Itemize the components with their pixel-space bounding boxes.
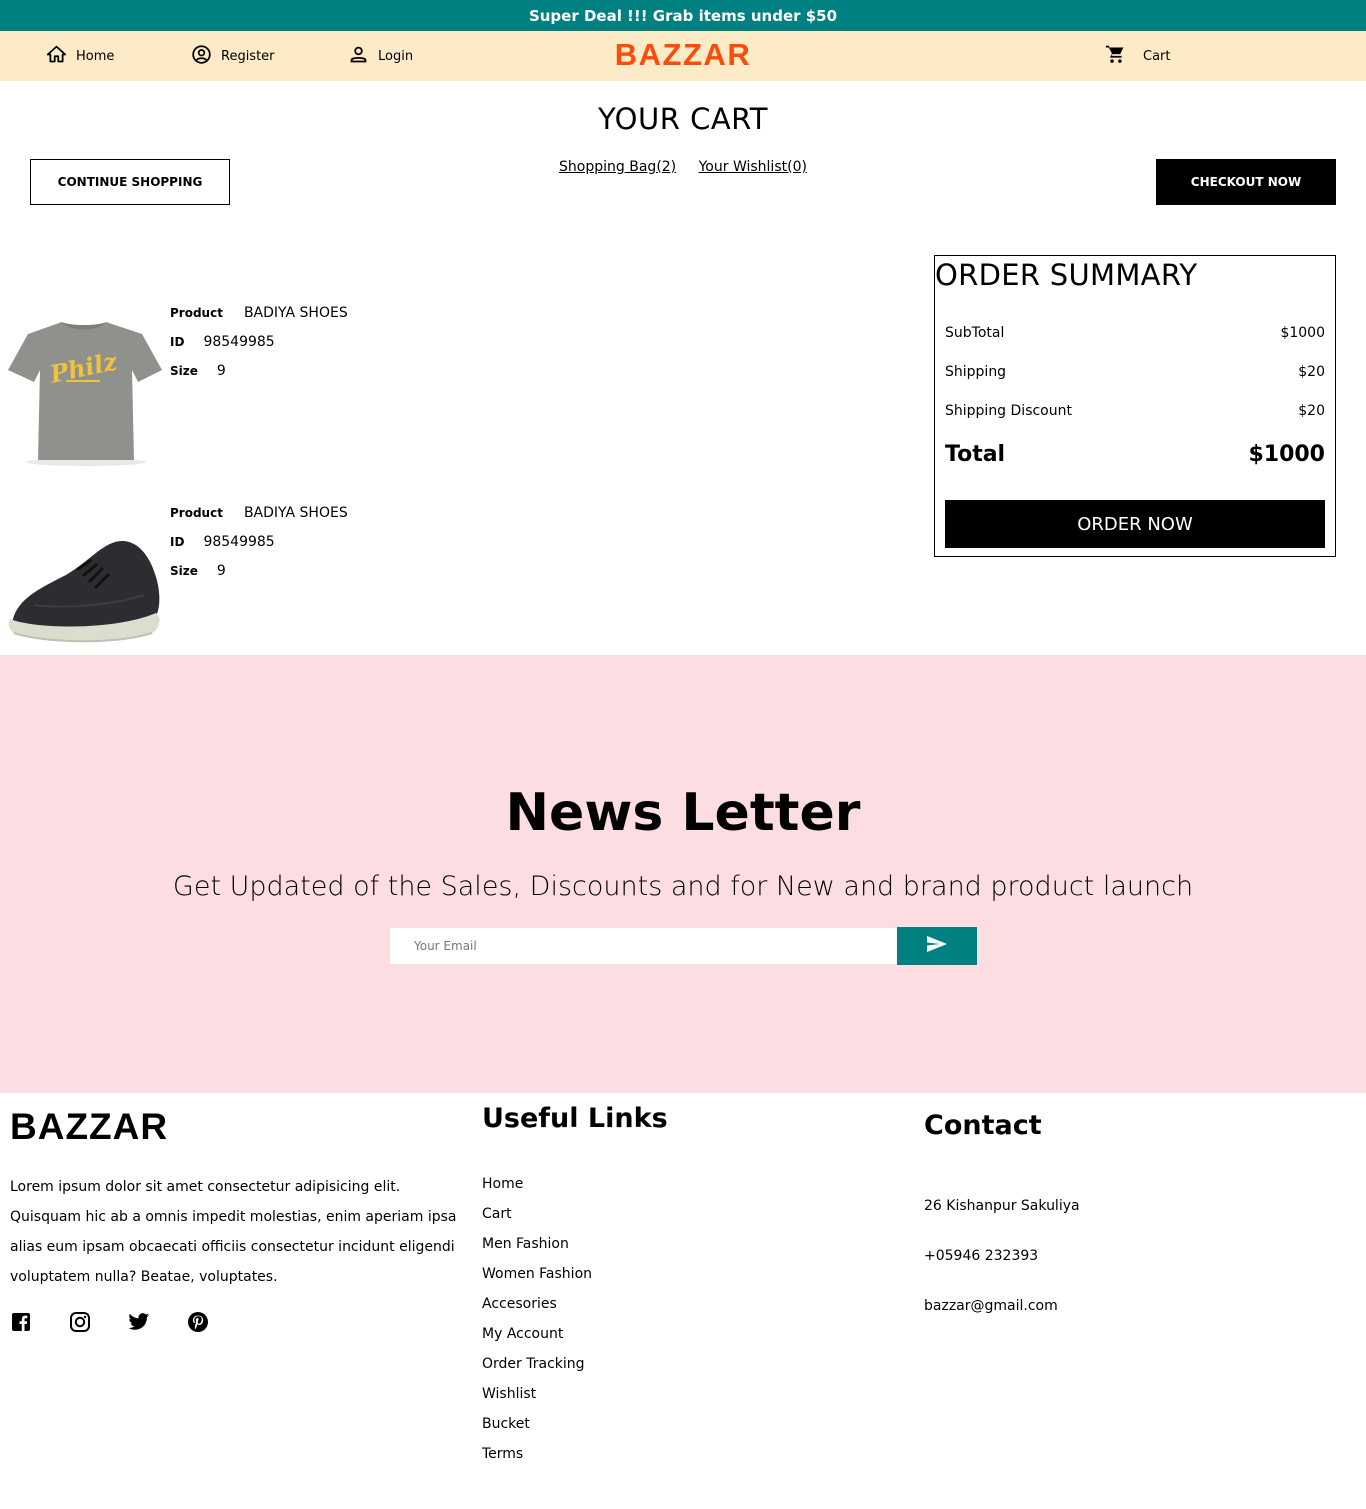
nav-cart[interactable]: Cart — [1105, 31, 1171, 81]
contact-title: Contact — [924, 1110, 1042, 1141]
twitter-icon[interactable] — [128, 1311, 150, 1333]
size-label: Size — [170, 564, 198, 578]
footer-link-order-tracking[interactable]: Order Tracking — [482, 1352, 592, 1382]
navbar: Home Register Login BAZZAR Cart — [0, 31, 1366, 81]
product-info: Product BADIYA SHOES ID 98549985 Size 9 — [170, 505, 348, 592]
product-image-sneaker[interactable] — [4, 505, 164, 665]
pinterest-icon[interactable] — [187, 1311, 209, 1333]
order-summary: ORDER SUMMARY SubTotal $1000 Shipping $2… — [934, 255, 1336, 557]
order-summary-title: ORDER SUMMARY — [935, 258, 1198, 292]
product-name: BADIYA SHOES — [243, 505, 348, 521]
shipping-label: Shipping — [945, 364, 1007, 380]
email-input[interactable] — [390, 928, 897, 964]
social-links — [10, 1311, 209, 1333]
shipping-discount-label: Shipping Discount — [945, 403, 1072, 419]
instagram-icon[interactable] — [69, 1311, 91, 1333]
announcement-bar: Super Deal !!! Grab items under $50 — [0, 0, 1366, 31]
newsletter-section: News Letter Get Updated of the Sales, Di… — [0, 655, 1366, 1093]
newsletter-description: Get Updated of the Sales, Discounts and … — [172, 871, 1194, 902]
useful-links-title: Useful Links — [482, 1103, 668, 1134]
subtotal-label: SubTotal — [945, 325, 1005, 341]
send-button[interactable] — [897, 927, 977, 965]
product-size: 9 — [216, 563, 226, 579]
total-row: Total $1000 — [945, 442, 1325, 467]
footer-link-terms[interactable]: Terms — [482, 1442, 592, 1472]
shipping-discount-row: Shipping Discount $20 — [945, 403, 1325, 419]
contact-email[interactable]: bazzar@gmail.com — [924, 1298, 1058, 1314]
footer-link-accesories[interactable]: Accesories — [482, 1292, 592, 1322]
product-name: BADIYA SHOES — [243, 305, 348, 321]
total-label: Total — [945, 442, 1006, 467]
footer-link-cart[interactable]: Cart — [482, 1202, 592, 1232]
id-label: ID — [170, 335, 185, 349]
product-info: Product BADIYA SHOES ID 98549985 Size 9 — [170, 305, 348, 392]
nav-cart-label: Cart — [1143, 48, 1171, 64]
shipping-discount-value: $20 — [1298, 403, 1325, 419]
cart-icon — [1105, 44, 1126, 69]
send-icon — [926, 935, 948, 957]
facebook-icon[interactable] — [10, 1311, 32, 1333]
product-size: 9 — [216, 363, 226, 379]
shipping-value: $20 — [1298, 364, 1325, 380]
order-now-button[interactable]: ORDER NOW — [945, 500, 1325, 548]
shipping-row: Shipping $20 — [945, 364, 1325, 380]
cart-item: Product BADIYA SHOES ID 98549985 Size 9 — [0, 505, 880, 675]
cart-item: Philz Product BADIYA SHOES ID 98549985 Siz… — [0, 305, 880, 475]
product-id: 98549985 — [203, 334, 275, 350]
footer-link-men-fashion[interactable]: Men Fashion — [482, 1232, 592, 1262]
page-title: YOUR CART — [598, 102, 768, 136]
wishlist-link[interactable]: Your Wishlist(0) — [699, 159, 807, 175]
footer-link-women-fashion[interactable]: Women Fashion — [482, 1262, 592, 1292]
size-label: Size — [170, 364, 198, 378]
useful-links-list: Home Cart Men Fashion Women Fashion Acce… — [482, 1172, 592, 1472]
contact-phone: +05946 232393 — [924, 1248, 1039, 1264]
footer-link-my-account[interactable]: My Account — [482, 1322, 592, 1352]
footer-logo: BAZZAR — [10, 1106, 169, 1147]
subtotal-value: $1000 — [1280, 325, 1325, 341]
checkout-now-button[interactable]: CHECKOUT NOW — [1156, 159, 1336, 205]
announcement-text: Super Deal !!! Grab items under $50 — [528, 6, 838, 25]
product-label: Product — [170, 306, 223, 320]
footer-link-bucket[interactable]: Bucket — [482, 1412, 592, 1442]
footer-link-home[interactable]: Home — [482, 1172, 592, 1202]
product-id: 98549985 — [203, 534, 275, 550]
shopping-bag-link[interactable]: Shopping Bag(2) — [559, 159, 676, 175]
product-label: Product — [170, 506, 223, 520]
newsletter-title: News Letter — [505, 783, 861, 843]
footer-link-wishlist[interactable]: Wishlist — [482, 1382, 592, 1412]
contact-address: 26 Kishanpur Sakuliya — [924, 1198, 1080, 1214]
product-image-tshirt[interactable]: Philz — [4, 310, 164, 470]
total-value: $1000 — [1248, 442, 1325, 467]
id-label: ID — [170, 535, 185, 549]
subtotal-row: SubTotal $1000 — [945, 325, 1325, 341]
footer-description: Lorem ipsum dolor sit amet consectetur a… — [10, 1179, 457, 1285]
